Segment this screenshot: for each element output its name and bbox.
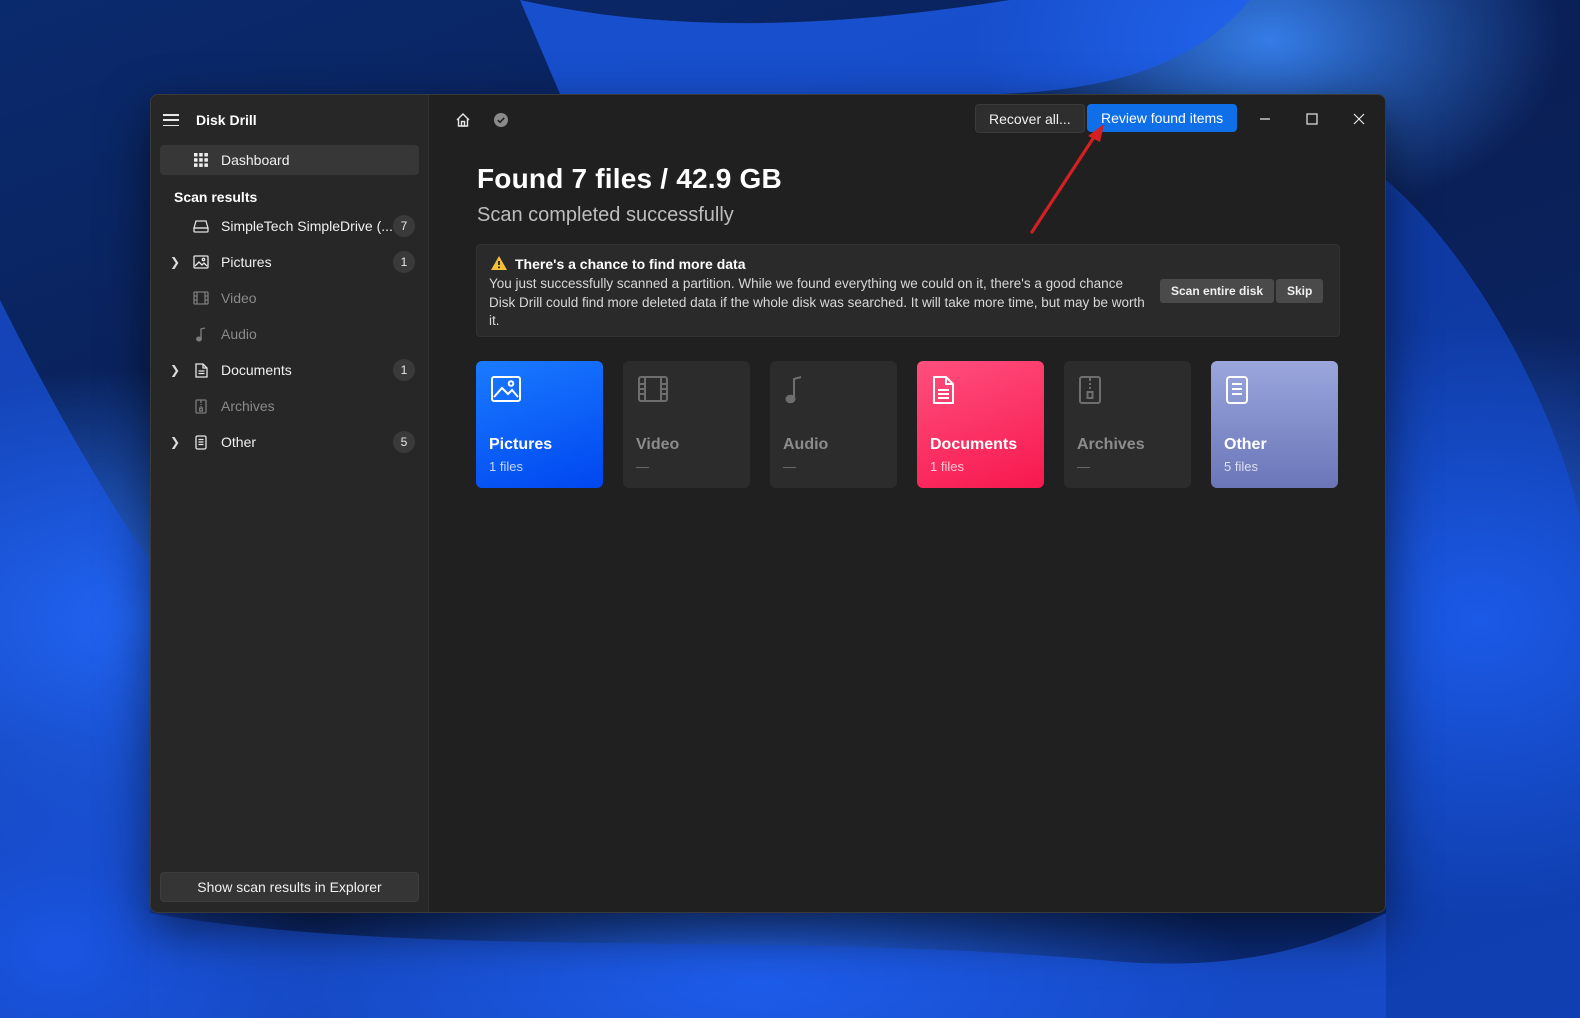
count-badge: 7 — [393, 215, 415, 237]
music-note-icon — [784, 375, 818, 405]
sidebar: Disk Drill Dashboard Scan results Simple… — [151, 95, 429, 912]
sidebar-item-label: Audio — [221, 326, 257, 342]
drive-icon — [190, 218, 212, 234]
archive-icon — [1078, 375, 1112, 405]
count-badge: 5 — [393, 431, 415, 453]
card-count: — — [1077, 459, 1090, 474]
document-icon — [190, 362, 212, 378]
close-icon[interactable] — [1348, 108, 1370, 130]
chevron-right-icon[interactable]: ❯ — [160, 363, 190, 377]
warning-icon — [490, 255, 508, 271]
image-icon — [490, 375, 524, 405]
sidebar-item-video[interactable]: Video — [160, 283, 419, 313]
music-note-icon — [190, 326, 212, 342]
card-count: 1 files — [930, 459, 964, 474]
film-icon — [637, 375, 671, 405]
card-count: 1 files — [489, 459, 523, 474]
chevron-right-icon[interactable]: ❯ — [160, 255, 190, 269]
scan-entire-disk-button[interactable]: Scan entire disk — [1160, 279, 1275, 303]
home-icon[interactable] — [454, 111, 472, 129]
skip-button[interactable]: Skip — [1276, 279, 1324, 303]
film-icon — [190, 290, 212, 306]
maximize-icon[interactable] — [1301, 108, 1323, 130]
show-in-explorer-button[interactable]: Show scan results in Explorer — [160, 872, 419, 902]
sidebar-item-other[interactable]: ❯ Other 5 — [160, 427, 419, 457]
grid-icon — [190, 152, 212, 168]
chevron-right-icon[interactable]: ❯ — [160, 435, 190, 449]
sidebar-item-pictures[interactable]: ❯ Pictures 1 — [160, 247, 419, 277]
sidebar-item-dashboard[interactable]: Dashboard — [160, 145, 419, 175]
card-title: Audio — [783, 436, 829, 453]
count-badge: 1 — [393, 251, 415, 273]
more-data-notice: There's a chance to find more data You j… — [476, 244, 1340, 337]
card-count: — — [783, 459, 796, 474]
app-window: Disk Drill Dashboard Scan results Simple… — [150, 94, 1386, 913]
category-cards: Pictures 1 files Video — Audio — Documen… — [476, 361, 1338, 488]
card-pictures[interactable]: Pictures 1 files — [476, 361, 603, 488]
notice-text: You just successfully scanned a partitio… — [489, 276, 1145, 328]
sidebar-item-archives[interactable]: Archives — [160, 391, 419, 421]
image-icon — [190, 254, 212, 270]
review-found-items-button[interactable]: Review found items — [1087, 104, 1238, 132]
sidebar-item-label: Other — [221, 434, 257, 450]
sidebar-item-label: Archives — [221, 398, 275, 414]
sidebar-item-audio[interactable]: Audio — [160, 319, 419, 349]
card-video[interactable]: Video — — [623, 361, 750, 488]
sidebar-item-label: Pictures — [221, 254, 272, 270]
scan-status: Scan completed successfully — [477, 204, 734, 226]
card-archives[interactable]: Archives — — [1064, 361, 1191, 488]
sidebar-item-drive[interactable]: SimpleTech SimpleDrive (... 7 — [160, 211, 419, 241]
card-count: — — [636, 459, 649, 474]
archive-icon — [190, 398, 212, 414]
sidebar-item-documents[interactable]: ❯ Documents 1 — [160, 355, 419, 385]
document-icon — [931, 375, 965, 405]
file-icon — [1225, 375, 1259, 405]
notice-title: There's a chance to find more data — [515, 256, 746, 272]
sidebar-header: Disk Drill — [151, 95, 428, 145]
sidebar-item-label: Video — [221, 290, 257, 306]
sidebar-item-label: Documents — [221, 362, 292, 378]
card-title: Documents — [930, 436, 1018, 453]
card-title: Other — [1224, 436, 1267, 453]
scan-results-heading: Scan results — [174, 189, 258, 205]
main-panel: Recover all... Review found items Found … — [429, 95, 1385, 912]
card-title: Video — [636, 436, 680, 453]
app-title: Disk Drill — [196, 112, 257, 128]
toolbar: Recover all... Review found items — [429, 95, 1385, 145]
recover-all-button[interactable]: Recover all... — [975, 104, 1085, 133]
hamburger-menu-icon[interactable] — [163, 114, 179, 126]
card-title: Archives — [1077, 436, 1145, 453]
check-circle-icon[interactable] — [492, 111, 510, 129]
card-other[interactable]: Other 5 files — [1211, 361, 1338, 488]
minimize-icon[interactable] — [1254, 108, 1276, 130]
card-title: Pictures — [489, 436, 553, 453]
file-icon — [190, 434, 212, 450]
card-audio[interactable]: Audio — — [770, 361, 897, 488]
sidebar-item-label: Dashboard — [221, 152, 290, 168]
count-badge: 1 — [393, 359, 415, 381]
card-count: 5 files — [1224, 459, 1258, 474]
page-title: Found 7 files / 42.9 GB — [477, 163, 782, 194]
card-documents[interactable]: Documents 1 files — [917, 361, 1044, 488]
sidebar-item-label: SimpleTech SimpleDrive (... — [221, 218, 393, 234]
